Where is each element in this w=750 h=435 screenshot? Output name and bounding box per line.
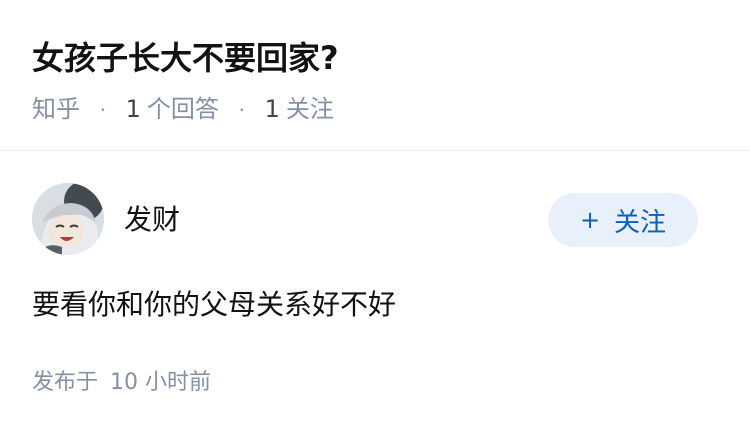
follower-count: 1 [264, 95, 280, 123]
question-header: 女孩子长大不要回家? 知乎 · 1 个回答 · 1 关注 [0, 0, 750, 151]
avatar-image [32, 183, 104, 255]
question-title[interactable]: 女孩子长大不要回家? [32, 36, 339, 80]
answer-count: 1 [125, 95, 141, 123]
source-label[interactable]: 知乎 [32, 95, 80, 123]
published-time: 10 小时前 [110, 370, 212, 395]
answer-content[interactable]: 要看你和你的父母关系好不好 [32, 285, 396, 325]
follow-button-label: 关注 [614, 207, 667, 238]
plus-icon: + [579, 206, 601, 234]
published-label: 发布于 [32, 370, 99, 395]
answer-count-label[interactable]: 个回答 [147, 95, 219, 123]
answer-card: 发财 + 关注 要看你和你的父母关系好不好 发布于 10 小时前 [0, 151, 750, 435]
follow-button[interactable]: + 关注 [548, 193, 698, 247]
meta-separator: · [238, 98, 245, 122]
avatar[interactable] [32, 183, 104, 255]
author-name[interactable]: 发财 [124, 201, 180, 239]
follower-count-label[interactable]: 关注 [286, 95, 334, 123]
meta-separator: · [99, 98, 106, 122]
answer-meta: 发布于 10 小时前 [32, 367, 211, 399]
question-meta: 知乎 · 1 个回答 · 1 关注 [32, 92, 334, 127]
